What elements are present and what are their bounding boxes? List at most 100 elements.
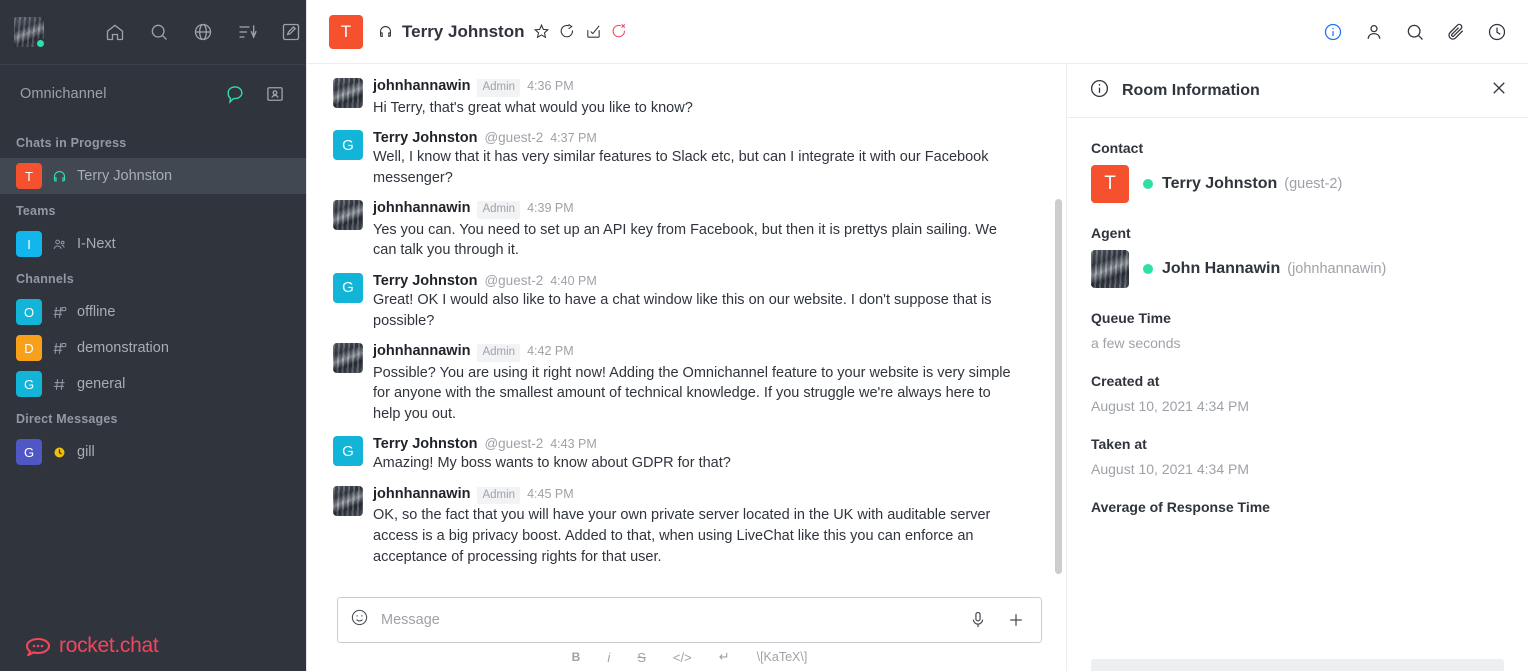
- room-header-actions: [1322, 21, 1508, 43]
- contact-card-icon[interactable]: [264, 83, 286, 105]
- katex-button[interactable]: \[KaTeX\]: [757, 650, 808, 664]
- sidebar-item-terry-johnston[interactable]: T Terry Johnston: [0, 158, 306, 194]
- contact-avatar[interactable]: T: [1091, 165, 1129, 203]
- avatar[interactable]: [333, 200, 363, 231]
- sidebar-item-offline[interactable]: O offline: [0, 294, 306, 330]
- bold-button[interactable]: B: [572, 650, 581, 664]
- queue-time-value: a few seconds: [1091, 335, 1181, 351]
- plus-icon[interactable]: [1005, 609, 1027, 631]
- contact-label: Contact: [1091, 140, 1144, 156]
- message-input[interactable]: [369, 612, 951, 628]
- sort-icon[interactable]: [236, 21, 258, 43]
- room-avatar: I: [16, 231, 42, 257]
- taken-at-label: Taken at: [1091, 436, 1147, 452]
- message-list-scrollbar[interactable]: [1055, 199, 1062, 574]
- message-list[interactable]: johnhannawin Admin 4:36 PM Hi Terry, tha…: [307, 64, 1066, 591]
- sidebar-item-label: Terry Johnston: [77, 168, 173, 184]
- room-avatar: G: [16, 439, 42, 465]
- message-time: 4:40 PM: [550, 273, 597, 288]
- sidebar-item-demonstration[interactable]: D demonstration: [0, 330, 306, 366]
- code-button[interactable]: </>: [673, 650, 692, 665]
- avatar[interactable]: [333, 485, 363, 516]
- avatar[interactable]: G: [333, 272, 363, 303]
- pencil-box-icon[interactable]: [280, 21, 302, 43]
- composer-area: B i S </> ↵ \[KaTeX\]: [307, 591, 1066, 671]
- message-username[interactable]: johnhannawin: [373, 200, 470, 216]
- panel-footer: Edit: [1067, 659, 1528, 671]
- contact-row: T Terry Johnston (guest-2): [1091, 165, 1504, 203]
- agent-label: Agent: [1091, 225, 1131, 241]
- info-circle-icon[interactable]: [1322, 21, 1344, 43]
- sidebar-item-i-next[interactable]: I I-Next: [0, 226, 306, 262]
- paperclip-icon[interactable]: [1445, 21, 1467, 43]
- message-column: johnhannawin Admin 4:36 PM Hi Terry, tha…: [307, 64, 1066, 671]
- message-item: johnhannawin Admin 4:45 PM OK, so the fa…: [307, 480, 1066, 573]
- message-item: G Terry Johnston @guest-2 4:37 PM Well, …: [307, 124, 1066, 194]
- info-circle-icon: [1089, 78, 1110, 104]
- sidebar-item-general[interactable]: G general: [0, 366, 306, 402]
- contact-handle: (guest-2): [1284, 176, 1343, 192]
- smiley-icon[interactable]: [350, 608, 369, 632]
- message-username[interactable]: johnhannawin: [373, 78, 470, 94]
- microphone-icon[interactable]: [967, 609, 989, 631]
- sidebar-item-gill[interactable]: G gill: [0, 434, 306, 470]
- message-item: G Terry Johnston @guest-2 4:43 PM Amazin…: [307, 430, 1066, 480]
- search-icon[interactable]: [148, 21, 170, 43]
- panel-header: Room Information: [1067, 64, 1528, 118]
- team-icon: [52, 237, 67, 252]
- omnichannel-bar: Omnichannel: [0, 64, 306, 122]
- close-chat-icon[interactable]: [610, 23, 628, 41]
- rocketchat-logo: rocket.chat: [24, 634, 159, 658]
- message-username[interactable]: johnhannawin: [373, 486, 470, 502]
- code-block-button[interactable]: ↵: [719, 649, 730, 665]
- edit-button[interactable]: Edit: [1091, 659, 1504, 671]
- panel-body: Contact T Terry Johnston (guest-2) Agent…: [1067, 118, 1528, 659]
- message-username[interactable]: Terry Johnston: [373, 130, 477, 146]
- message-time: 4:45 PM: [527, 486, 574, 501]
- online-status-dot: [35, 38, 46, 49]
- favorite-star-icon[interactable]: [532, 23, 550, 41]
- globe-icon[interactable]: [192, 21, 214, 43]
- message-username[interactable]: johnhannawin: [373, 343, 470, 359]
- clock-icon[interactable]: [1486, 21, 1508, 43]
- home-icon[interactable]: [104, 21, 126, 43]
- sidebar-section-title: Chats in Progress: [16, 136, 127, 150]
- avatar[interactable]: [333, 78, 363, 108]
- panel-title: Room Information: [1122, 81, 1260, 99]
- message-time: 4:43 PM: [550, 437, 597, 452]
- italic-button[interactable]: i: [607, 650, 610, 665]
- created-at-label: Created at: [1091, 373, 1160, 389]
- balloon-icon[interactable]: [224, 83, 246, 105]
- sidebar-item-label: demonstration: [77, 340, 169, 356]
- agent-name: John Hannawin: [1162, 260, 1281, 277]
- message-username[interactable]: Terry Johnston: [373, 273, 477, 289]
- avatar[interactable]: G: [333, 436, 363, 467]
- message-text: Hi Terry, that's great what would you li…: [373, 99, 693, 116]
- message-alias: @guest-2: [484, 272, 544, 288]
- sidebar: Omnichannel Chats in Progress T Terry Jo…: [0, 0, 306, 671]
- sidebar-item-label: I-Next: [77, 236, 116, 252]
- message-alias: @guest-2: [484, 130, 544, 146]
- forward-chat-icon[interactable]: [558, 23, 576, 41]
- hash-icon: [52, 377, 67, 392]
- role-badge: Admin: [477, 344, 521, 362]
- message-item: johnhannawin Admin 4:42 PM Possible? You…: [307, 337, 1066, 430]
- message-composer[interactable]: [337, 597, 1042, 643]
- avatar[interactable]: G: [333, 130, 363, 161]
- omnichannel-actions: [224, 83, 286, 105]
- main-content: T Terry Johnston johnhannawin Admin 4:36…: [306, 0, 1528, 671]
- agent-avatar[interactable]: [1091, 250, 1129, 288]
- page-title: Terry Johnston: [402, 21, 525, 41]
- avatar[interactable]: [333, 343, 363, 374]
- message-username[interactable]: Terry Johnston: [373, 436, 477, 452]
- message-text: Well, I know that it has very similar fe…: [373, 149, 989, 186]
- search-icon[interactable]: [1404, 21, 1426, 43]
- room-title-group: Terry Johnston: [376, 22, 628, 42]
- contact-status-dot: [1143, 179, 1153, 189]
- user-icon[interactable]: [1363, 21, 1385, 43]
- strike-button[interactable]: S: [637, 650, 646, 665]
- user-avatar[interactable]: [14, 17, 46, 49]
- headset-icon: [52, 169, 67, 184]
- move-to-queue-icon[interactable]: [584, 23, 602, 41]
- close-icon[interactable]: [1490, 79, 1508, 102]
